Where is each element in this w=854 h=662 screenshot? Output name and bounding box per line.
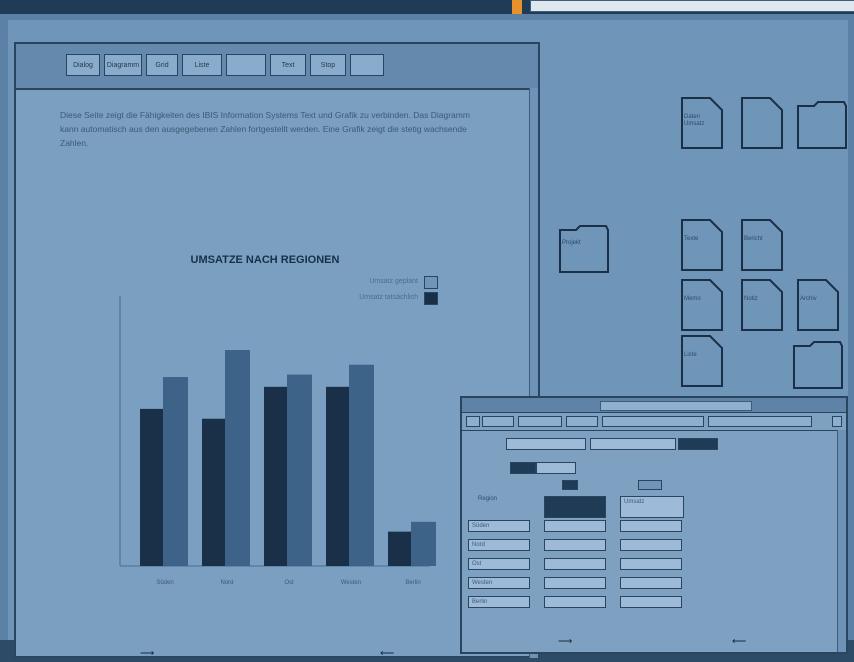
folder-icon[interactable] xyxy=(792,338,844,392)
document-icon[interactable]: Archiv xyxy=(796,278,840,332)
folder-icon[interactable]: Projekt xyxy=(558,222,610,276)
document-icon[interactable]: Liste xyxy=(680,334,724,388)
dialog-row-field[interactable] xyxy=(544,577,606,589)
document-toolbar: Dialog Diagramm Grid Liste Text Stop xyxy=(16,44,538,90)
dialog-marker-2 xyxy=(638,480,662,490)
desktop-icon-label: Daten Umsatz xyxy=(684,114,705,127)
bar-1-5 xyxy=(388,531,413,566)
desktop-icon-label: Notiz xyxy=(744,296,758,302)
document-icon[interactable]: Texte xyxy=(680,218,724,272)
toolbar-button-dialog[interactable]: Dialog xyxy=(66,54,100,76)
bar-2-3 xyxy=(287,374,312,566)
dialog-scrollbar[interactable] xyxy=(837,430,846,652)
bar-2-2 xyxy=(225,350,250,566)
dialog-row-field[interactable] xyxy=(620,577,682,589)
dialog-button-6[interactable] xyxy=(708,416,812,427)
bar-1-3 xyxy=(264,386,289,566)
document-icon[interactable]: Memo xyxy=(680,278,724,332)
toolbar-button-stop[interactable]: Stop xyxy=(310,54,346,76)
dialog-row-field[interactable] xyxy=(620,596,682,608)
dialog-field-c[interactable] xyxy=(678,438,718,450)
desktop-icon-label: Bericht xyxy=(744,236,763,242)
dialog-row-field[interactable] xyxy=(620,520,682,532)
dialog-toolbar xyxy=(462,414,846,431)
document-paragraph: Diese Seite zeigt die Fähigkeiten des IB… xyxy=(60,110,470,148)
top-banner xyxy=(0,0,854,14)
x-tick-label: Westen xyxy=(341,580,361,586)
arrow-left-icon: ⟵ xyxy=(732,636,747,647)
bar-1-1 xyxy=(140,408,165,566)
dialog-button-2[interactable] xyxy=(482,416,514,427)
data-entry-dialog: Region Umsatz Süden Nord Ost Westen Berlin ⟶… xyxy=(460,396,848,654)
bar-1-2 xyxy=(202,418,227,566)
folder-icon[interactable] xyxy=(796,98,848,152)
dialog-row-field[interactable] xyxy=(620,539,682,551)
bar-2-4 xyxy=(349,364,374,566)
dialog-row-field[interactable] xyxy=(544,520,606,532)
toolbar-button-extra[interactable] xyxy=(350,54,384,76)
chart-title: UMSATZE NACH REGIONEN xyxy=(190,254,340,266)
dialog-selector[interactable] xyxy=(510,462,536,474)
dialog-button-1[interactable] xyxy=(466,416,480,427)
bar-chart: Süden Nord Ost Westen Berlin xyxy=(119,296,436,586)
banner-accent xyxy=(512,0,522,14)
dialog-titlebar xyxy=(462,398,846,413)
x-tick-label: Nord xyxy=(220,580,233,586)
dialog-row-field[interactable] xyxy=(620,558,682,570)
toolbar-button-text[interactable]: Text xyxy=(270,54,306,76)
dialog-column-header: Umsatz xyxy=(620,496,684,518)
dialog-row-field[interactable] xyxy=(544,539,606,551)
x-tick-label: Berlin xyxy=(405,580,420,586)
desktop-icon-label: Projekt xyxy=(562,240,581,246)
dialog-row-label: Süden xyxy=(468,520,530,532)
bottom-arrow-right-icon: ⟶ xyxy=(140,648,155,659)
dialog-button-4[interactable] xyxy=(566,416,598,427)
bottom-arrow-left-icon: ⟵ xyxy=(380,648,395,659)
dialog-row-label: Westen xyxy=(468,577,530,589)
dialog-button-3[interactable] xyxy=(518,416,562,427)
desktop-icon-label: Archiv xyxy=(800,296,817,302)
document-icon[interactable]: Bericht xyxy=(740,218,784,272)
toolbar-button-diagram[interactable]: Diagramm xyxy=(104,54,142,76)
toolbar-button-grid[interactable]: Grid xyxy=(146,54,178,76)
screen: Dialog Diagramm Grid Liste Text Stop Die… xyxy=(0,0,854,662)
arrow-right-icon: ⟶ xyxy=(558,636,573,647)
dialog-row-label: Nord xyxy=(468,539,530,551)
dialog-label xyxy=(470,464,500,476)
dialog-region-label: Region xyxy=(478,496,498,502)
dialog-title-field xyxy=(600,401,752,411)
desktop-icon-label: Memo xyxy=(684,296,701,302)
desktop-icon-label: Texte xyxy=(684,236,699,242)
document-icon[interactable]: Daten Umsatz xyxy=(680,96,724,150)
bar-2-5 xyxy=(411,521,436,566)
dialog-field-a[interactable] xyxy=(506,438,586,450)
bar-2-1 xyxy=(163,377,188,566)
bar-1-4 xyxy=(326,386,351,566)
dialog-row-field[interactable] xyxy=(544,558,606,570)
dialog-row-field[interactable] xyxy=(544,596,606,608)
dialog-close-icon[interactable] xyxy=(832,416,842,427)
dialog-field-b[interactable] xyxy=(590,438,676,450)
toolbar-button-list[interactable]: Liste xyxy=(182,54,222,76)
dialog-button-5[interactable] xyxy=(602,416,704,427)
dialog-selector-value[interactable] xyxy=(536,462,576,474)
document-icon[interactable] xyxy=(740,96,784,150)
toolbar-button-blank[interactable] xyxy=(226,54,266,76)
x-tick-label: Ost xyxy=(284,580,294,586)
dialog-header-dark xyxy=(544,496,606,518)
desktop-icon-label: Liste xyxy=(684,352,697,358)
dialog-row-label: Berlin xyxy=(468,596,530,608)
banner-field xyxy=(530,0,854,12)
dialog-marker-1 xyxy=(562,480,578,490)
document-icon[interactable]: Notiz xyxy=(740,278,784,332)
dialog-row-label: Ost xyxy=(468,558,530,570)
x-tick-label: Süden xyxy=(156,580,173,586)
